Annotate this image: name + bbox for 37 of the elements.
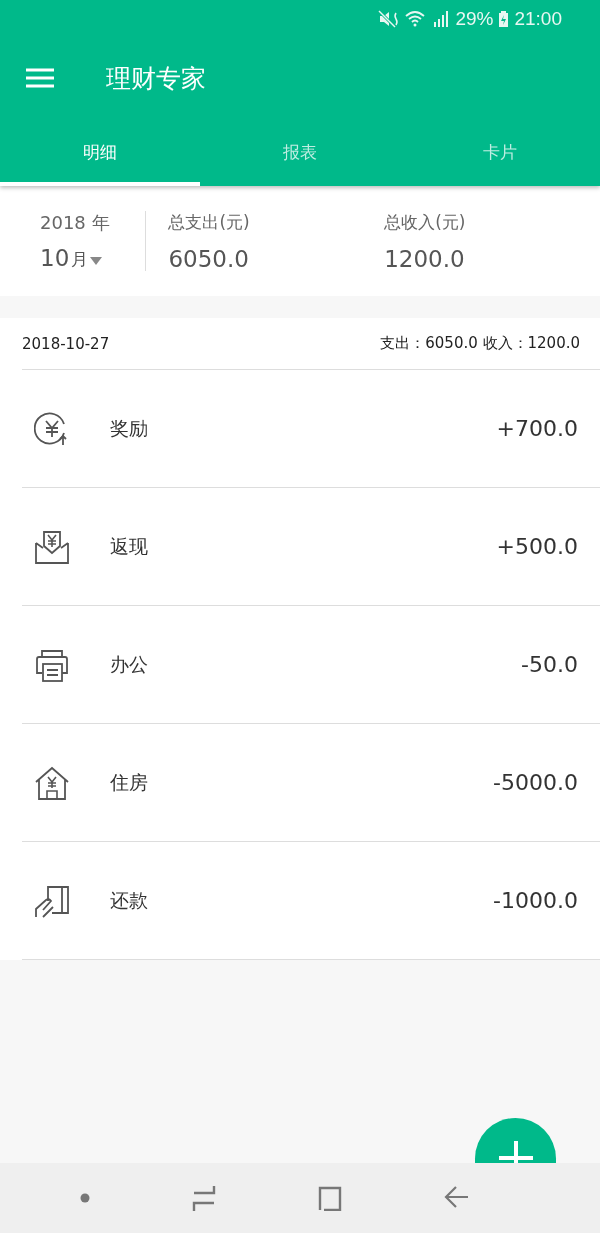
expense-label: 总支出(元) <box>168 210 251 234</box>
entry-category: 返现 <box>110 533 149 559</box>
entry-amount: -50.0 <box>521 652 578 677</box>
dropdown-icon <box>90 257 103 265</box>
day-totals: 支出：6050.0 收入：1200.0 <box>380 334 580 353</box>
dot-icon[interactable] <box>80 1193 91 1203</box>
entry-amount: +700.0 <box>496 416 578 441</box>
home-icon[interactable] <box>317 1185 344 1211</box>
entry-row[interactable]: 住房 -5000.0 <box>22 724 600 842</box>
battery-icon <box>498 10 510 28</box>
battery-percent: 29% <box>455 8 494 30</box>
entry-category: 奖励 <box>110 415 149 441</box>
entry-row[interactable]: 办公 -50.0 <box>22 606 600 724</box>
house-icon <box>34 764 70 801</box>
menu-icon[interactable] <box>26 68 54 88</box>
mute-icon <box>378 10 401 28</box>
year-label: 2018 年 <box>40 211 111 235</box>
envelope-icon <box>34 528 70 565</box>
income-label: 总收入(元) <box>384 210 467 234</box>
entry-row[interactable]: 返现 +500.0 <box>22 488 600 606</box>
income-total: 1200.0 <box>384 245 466 272</box>
entry-amount: -1000.0 <box>493 888 578 913</box>
entry-row[interactable]: 还款 -1000.0 <box>22 842 600 960</box>
plus-icon <box>498 1141 533 1163</box>
expense-total: 6050.0 <box>168 245 250 272</box>
app-title: 理财专家 <box>106 62 206 95</box>
entry-category: 还款 <box>110 887 149 913</box>
entry-category: 办公 <box>110 651 149 677</box>
recent-apps-icon[interactable] <box>190 1185 217 1211</box>
day-date: 2018-10-27 <box>22 334 110 353</box>
clock: 21:00 <box>514 8 562 30</box>
signal-icon <box>432 10 451 28</box>
entry-row[interactable]: 奖励 +700.0 <box>22 370 600 488</box>
entry-category: 住房 <box>110 769 149 795</box>
entry-amount: +500.0 <box>496 534 578 559</box>
month-picker[interactable]: 10 月 <box>40 245 146 271</box>
entry-amount: -5000.0 <box>493 770 578 795</box>
